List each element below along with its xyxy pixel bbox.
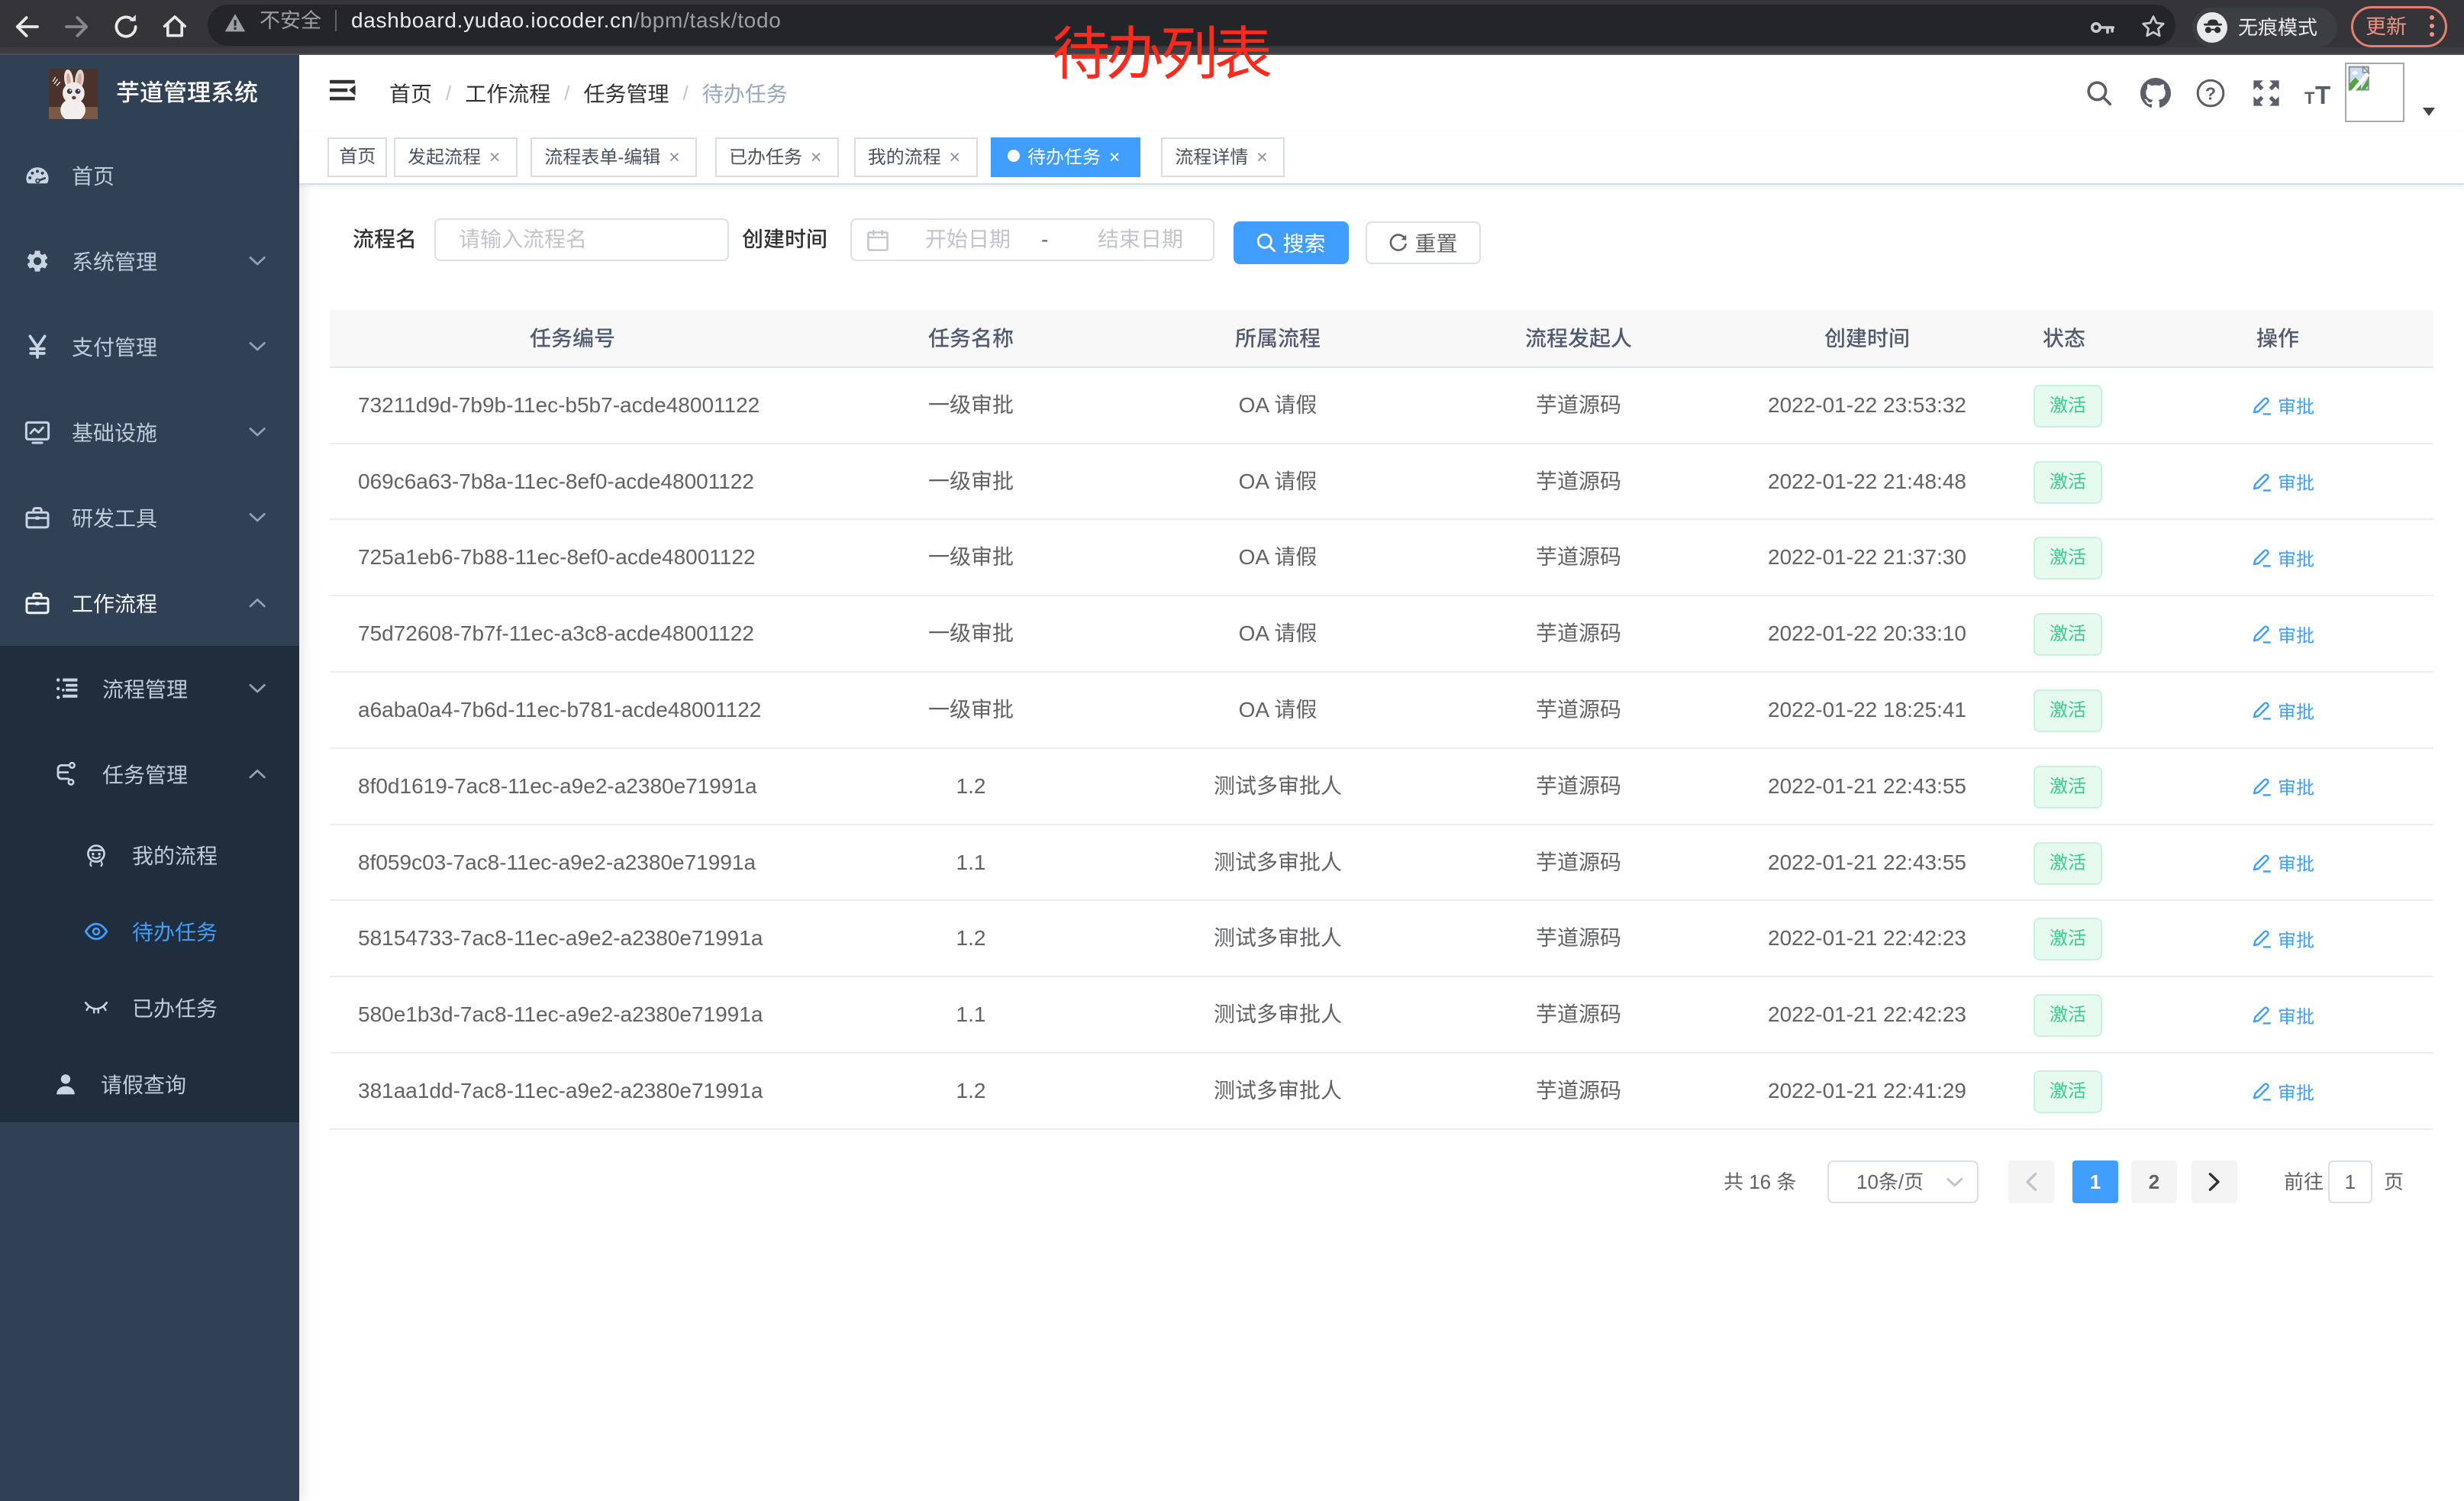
svg-text:?: ? <box>2205 83 2216 103</box>
svg-text:T: T <box>2304 89 2315 107</box>
svg-text:T: T <box>2315 81 2330 107</box>
